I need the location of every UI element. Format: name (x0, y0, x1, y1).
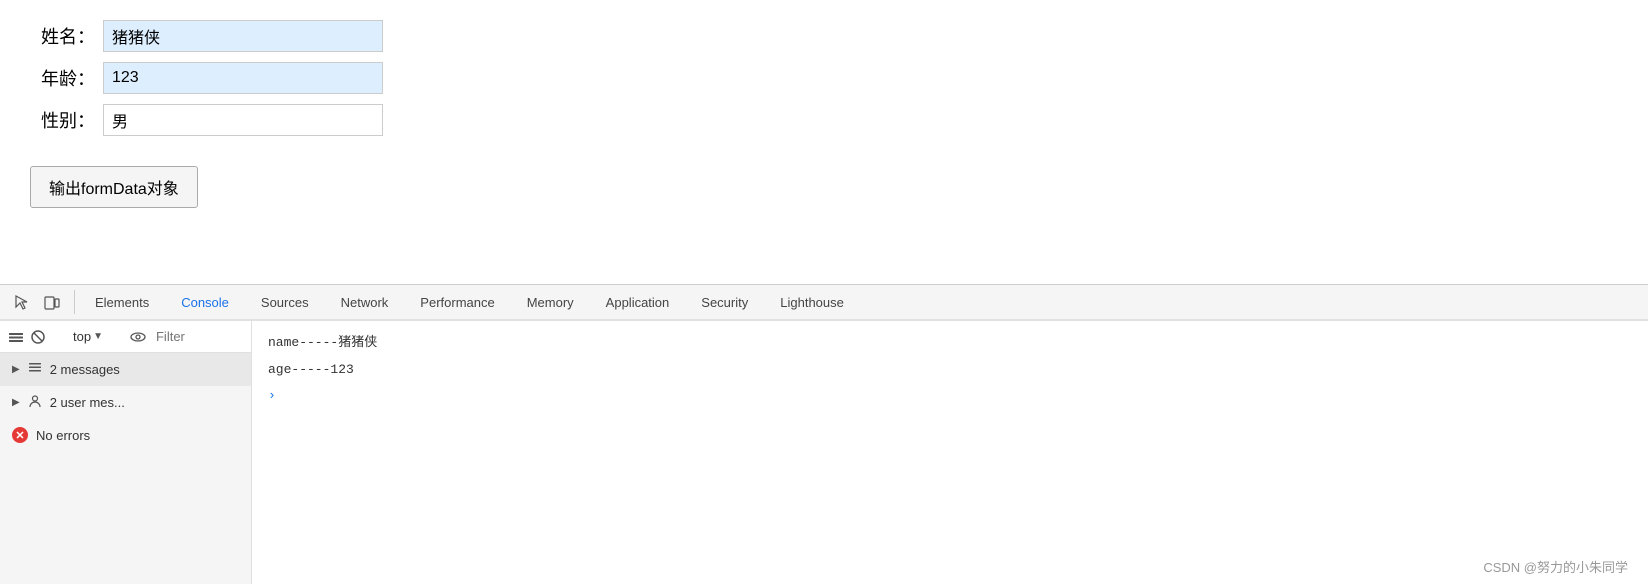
gender-label: 性别： (30, 107, 95, 133)
submit-button[interactable]: 输出formData对象 (30, 166, 198, 208)
tab-separator-line (74, 290, 75, 314)
devtools-panel: Elements Console Sources Network Perform… (0, 284, 1648, 584)
user-expand-arrow-icon: ▶ (12, 397, 20, 408)
tab-network[interactable]: Network (325, 285, 405, 321)
no-errors-label: No errors (36, 428, 90, 443)
gender-input[interactable] (103, 104, 383, 136)
console-log-line-2: age-----123 (268, 356, 1632, 383)
sidebar-item-user-messages[interactable]: ▶ 2 user mes... (0, 386, 251, 419)
name-label: 姓名： (30, 23, 95, 49)
console-subtoolbar: top ▼ (0, 321, 251, 353)
name-input[interactable] (103, 20, 383, 52)
console-prompt-line[interactable]: › (268, 384, 1632, 407)
user-messages-label: 2 user mes... (50, 395, 125, 410)
error-dot-icon: ✕ (12, 427, 28, 443)
age-input[interactable] (103, 62, 383, 94)
clear-console-icon[interactable] (8, 325, 24, 349)
expand-arrow-icon: ▶ (12, 364, 20, 375)
eye-icon[interactable] (130, 325, 146, 349)
context-arrow-icon: ▼ (93, 331, 103, 342)
context-label: top (73, 329, 91, 344)
console-output: name-----猪猪侠 age-----123 › (252, 321, 1648, 584)
tab-performance[interactable]: Performance (404, 285, 510, 321)
console-sidebar: top ▼ ▶ (0, 321, 252, 584)
devtools-body: top ▼ ▶ (0, 321, 1648, 584)
devtools-tabs-bar: Elements Console Sources Network Perform… (0, 285, 1648, 321)
tab-elements[interactable]: Elements (79, 285, 165, 321)
tab-application[interactable]: Application (590, 285, 686, 321)
sidebar-item-errors[interactable]: ✕ No errors (0, 419, 251, 451)
age-label: 年龄： (30, 65, 95, 91)
device-toggle-icon[interactable] (38, 288, 66, 316)
log-text-1: name-----猪猪侠 (268, 331, 377, 354)
inspect-icon[interactable] (8, 288, 36, 316)
tab-sources[interactable]: Sources (245, 285, 325, 321)
age-row: 年龄： (30, 62, 1618, 94)
log-text-2: age-----123 (268, 358, 354, 381)
console-log-line-1: name-----猪猪侠 (268, 329, 1632, 356)
messages-list-icon (28, 361, 42, 378)
messages-label: 2 messages (50, 362, 120, 377)
tab-lighthouse[interactable]: Lighthouse (764, 285, 860, 321)
main-page: 姓名： 年龄： 性别： 输出formData对象 (0, 0, 1648, 285)
console-prompt-icon: › (268, 384, 276, 407)
name-row: 姓名： (30, 20, 1618, 52)
sidebar-item-messages[interactable]: ▶ 2 messages (0, 353, 251, 386)
tab-memory[interactable]: Memory (511, 285, 590, 321)
devtools-left-icons (8, 288, 66, 316)
user-icon (28, 394, 42, 411)
csdn-watermark: CSDN @努力的小朱同学 (1483, 557, 1628, 576)
tab-security[interactable]: Security (685, 285, 764, 321)
gender-row: 性别： (30, 104, 1618, 136)
block-icon[interactable] (30, 325, 46, 349)
context-selector[interactable]: top ▼ (66, 326, 110, 347)
console-main: name-----猪猪侠 age-----123 › (252, 321, 1648, 584)
tab-console[interactable]: Console (165, 285, 245, 321)
